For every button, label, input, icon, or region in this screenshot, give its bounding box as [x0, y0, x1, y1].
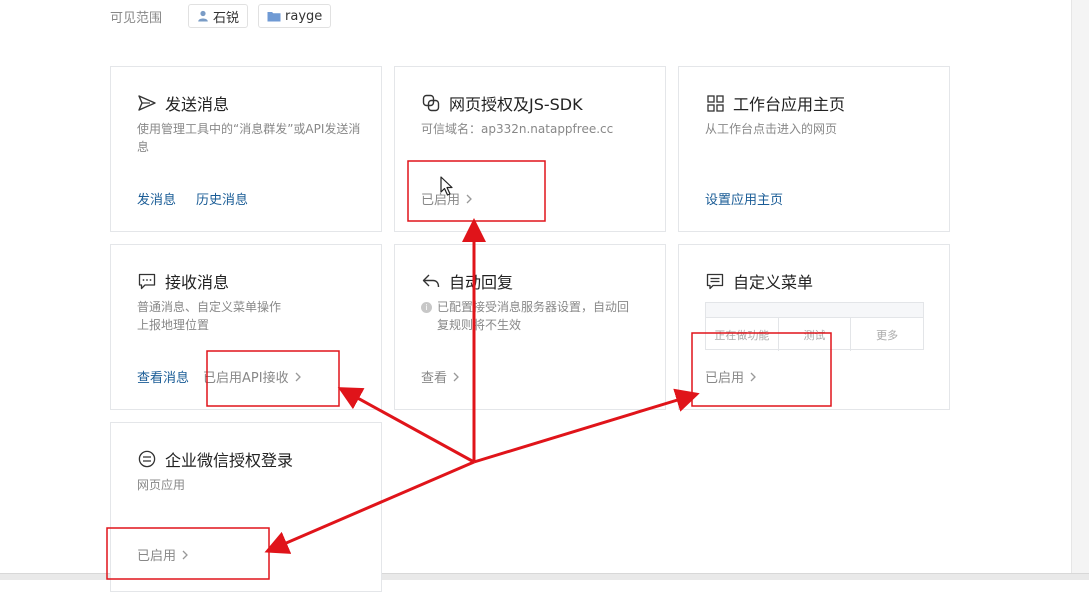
desc-line: i 已配置接受消息服务器设置，自动回 — [421, 298, 629, 316]
reply-arrow-icon — [421, 271, 441, 291]
card-workbench-title: 工作台应用主页 — [705, 91, 845, 115]
status-text: 已启用 — [705, 371, 745, 386]
card-wework-login-actions: 已启用 — [137, 545, 188, 564]
card-auto-reply-title: 自动回复 — [421, 269, 513, 293]
card-receive-message: 接收消息 普通消息、自定义菜单操作 上报地理位置 查看消息 已启用API接收 — [110, 244, 382, 410]
card-title-text: 网页授权及JS-SDK — [449, 95, 583, 114]
mouse-cursor-icon — [440, 176, 453, 196]
card-send-message: 发送消息 使用管理工具中的“消息群发”或API发送消 息 发消息 历史消息 — [110, 66, 382, 232]
card-custom-menu-actions: 已启用 — [705, 367, 756, 386]
desc-line: 普通消息、自定义菜单操作 — [137, 300, 282, 314]
chevron-right-icon — [466, 194, 472, 203]
card-custom-menu: 自定义菜单 正在做功能 测试 更多 已启用 — [678, 244, 950, 410]
card-oauth-desc: 可信域名：ap332n.natappfree.cc — [421, 122, 614, 136]
card-oauth-title: 网页授权及JS-SDK — [421, 91, 583, 115]
visibility-label: 可见范围 — [110, 10, 163, 26]
visibility-chip-user-label: 石锐 — [213, 10, 240, 26]
menu-preview-item: 更多 — [850, 318, 923, 351]
card-receive-desc: 普通消息、自定义菜单操作 上报地理位置 — [137, 298, 281, 334]
visibility-row: 可见范围 石锐 rayge — [110, 3, 341, 29]
card-wework-login: 企业微信授权登录 网页应用 已启用 — [110, 422, 382, 592]
card-send-message-desc: 使用管理工具中的“消息群发”或API发送消 息 — [137, 120, 360, 156]
menu-preview-header — [706, 303, 923, 318]
desc-line: 复规则将不生效 — [437, 318, 522, 332]
card-title-text: 自定义菜单 — [733, 273, 814, 292]
card-auto-reply-actions: 查看 — [421, 367, 459, 386]
view-messages-link[interactable]: 查看消息 — [137, 367, 189, 386]
vertical-scrollbar[interactable] — [1071, 0, 1089, 580]
desc-text: 已配置接受消息服务器设置，自动回 — [437, 300, 630, 314]
desc-line: 上报地理位置 — [137, 318, 210, 332]
message-history-link[interactable]: 历史消息 — [196, 189, 248, 208]
visibility-chip-department[interactable]: rayge — [258, 4, 332, 28]
menu-icon — [705, 271, 725, 291]
card-workbench-actions: 设置应用主页 — [705, 189, 803, 208]
card-title-text: 企业微信授权登录 — [165, 451, 294, 470]
card-custom-menu-title: 自定义菜单 — [705, 269, 813, 293]
card-send-message-actions: 发消息 历史消息 — [137, 189, 268, 208]
link-text: 查看 — [421, 371, 448, 386]
card-title-text: 发送消息 — [165, 95, 230, 114]
chevron-right-icon — [295, 372, 301, 381]
set-homepage-link[interactable]: 设置应用主页 — [705, 189, 783, 208]
card-wework-login-desc: 网页应用 — [137, 478, 186, 492]
grid-icon — [705, 93, 725, 113]
card-title-text: 工作台应用主页 — [733, 95, 846, 114]
copy-link-icon — [421, 93, 441, 113]
card-web-oauth-jssdk: 网页授权及JS-SDK 可信域名：ap332n.natappfree.cc 已启… — [394, 66, 666, 232]
chevron-right-icon — [750, 372, 756, 381]
card-title-text: 接收消息 — [165, 273, 230, 292]
view-auto-reply-link[interactable]: 查看 — [421, 367, 459, 386]
api-receive-status-link[interactable]: 已启用API接收 — [203, 367, 301, 386]
wework-login-status-link[interactable]: 已启用 — [137, 545, 188, 564]
card-auto-reply: 自动回复 i 已配置接受消息服务器设置，自动回 复规则将不生效 查看 — [394, 244, 666, 410]
visibility-chip-user[interactable]: 石锐 — [188, 4, 249, 28]
status-text: 已启用API接收 — [203, 371, 289, 386]
desc-line: 使用管理工具中的“消息群发”或API发送消 — [137, 122, 361, 136]
chevron-right-icon — [182, 550, 188, 559]
chevron-right-icon — [453, 372, 459, 381]
login-icon — [137, 449, 157, 469]
visibility-chip-department-label: rayge — [285, 8, 323, 24]
desc-line: 息 — [137, 140, 150, 154]
menu-preview-item: 测试 — [777, 318, 851, 351]
card-title-text: 自动回复 — [449, 273, 514, 292]
card-send-message-title: 发送消息 — [137, 91, 229, 115]
custom-menu-preview: 正在做功能 测试 更多 — [705, 302, 924, 351]
send-message-link[interactable]: 发消息 — [137, 189, 176, 208]
info-icon: i — [421, 302, 432, 313]
chat-bubble-icon — [137, 271, 157, 291]
user-icon — [198, 10, 208, 22]
card-workbench-desc: 从工作台点击进入的网页 — [705, 122, 838, 136]
send-icon — [137, 93, 157, 113]
custom-menu-status-link[interactable]: 已启用 — [705, 367, 756, 386]
card-receive-actions: 查看消息 已启用API接收 — [137, 367, 301, 386]
status-text: 已启用 — [137, 549, 177, 564]
card-auto-reply-desc: i 已配置接受消息服务器设置，自动回 复规则将不生效 — [421, 298, 629, 334]
folder-icon — [267, 12, 281, 22]
menu-preview-item: 正在做功能 — [714, 328, 770, 342]
card-wework-login-title: 企业微信授权登录 — [137, 447, 293, 471]
card-workbench-home: 工作台应用主页 从工作台点击进入的网页 设置应用主页 — [678, 66, 950, 232]
card-receive-title: 接收消息 — [137, 269, 229, 293]
